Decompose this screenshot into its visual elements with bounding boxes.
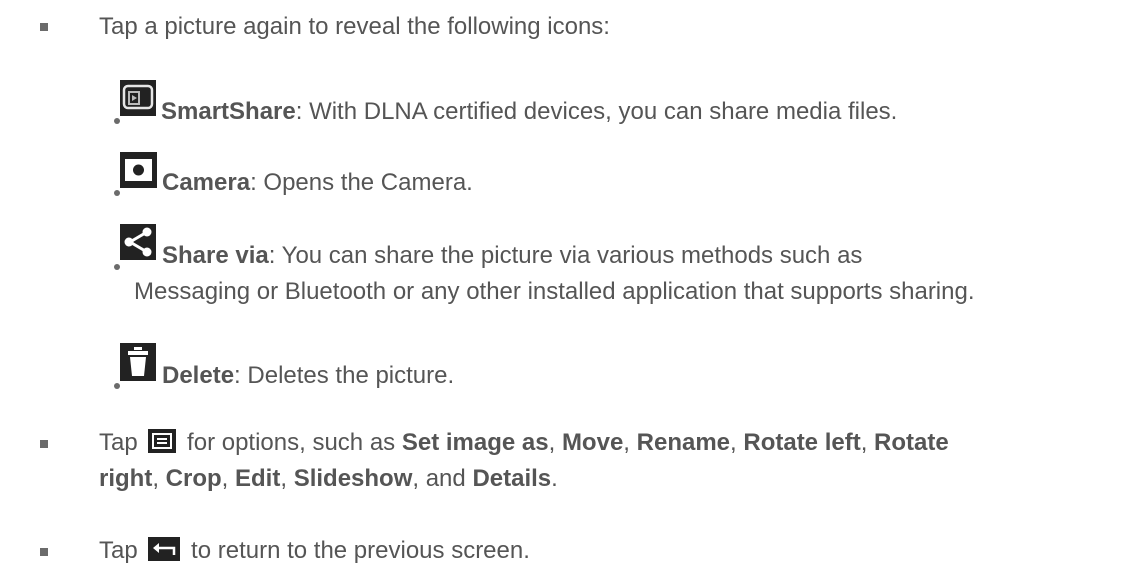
round-bullet xyxy=(114,190,120,196)
delete-label: Delete xyxy=(162,362,235,389)
camera-icon xyxy=(120,152,157,188)
camera-line: Camera: Opens the Camera. xyxy=(162,169,473,196)
share-via-line: Share via: You can share the picture via… xyxy=(162,242,863,269)
delete-icon xyxy=(120,343,156,381)
menu-icon xyxy=(148,429,177,453)
square-bullet xyxy=(40,23,48,31)
smartshare-icon xyxy=(120,80,156,116)
square-bullet xyxy=(40,440,48,448)
smartshare-line: SmartShare: With DLNA certified devices,… xyxy=(161,98,898,125)
share-icon xyxy=(120,224,156,260)
share-via-label: Share via xyxy=(162,242,269,269)
options-line-2: right, Crop, Edit, Slideshow, and Detail… xyxy=(99,465,558,492)
options-line-1: Tap for options, such as Set image as, M… xyxy=(99,429,949,456)
instruction-text: Tap a picture again to reveal the follow… xyxy=(99,13,610,40)
round-bullet xyxy=(114,383,120,389)
delete-line: Delete: Deletes the picture. xyxy=(162,362,455,389)
round-bullet xyxy=(114,264,120,270)
round-bullet xyxy=(114,118,120,124)
smartshare-label: SmartShare xyxy=(161,98,296,125)
back-line: Tap to return to the previous screen. xyxy=(99,537,530,564)
back-icon xyxy=(148,537,181,561)
share-via-line-2: Messaging or Bluetooth or any other inst… xyxy=(134,278,975,305)
camera-label: Camera xyxy=(162,169,251,196)
square-bullet xyxy=(40,548,48,556)
